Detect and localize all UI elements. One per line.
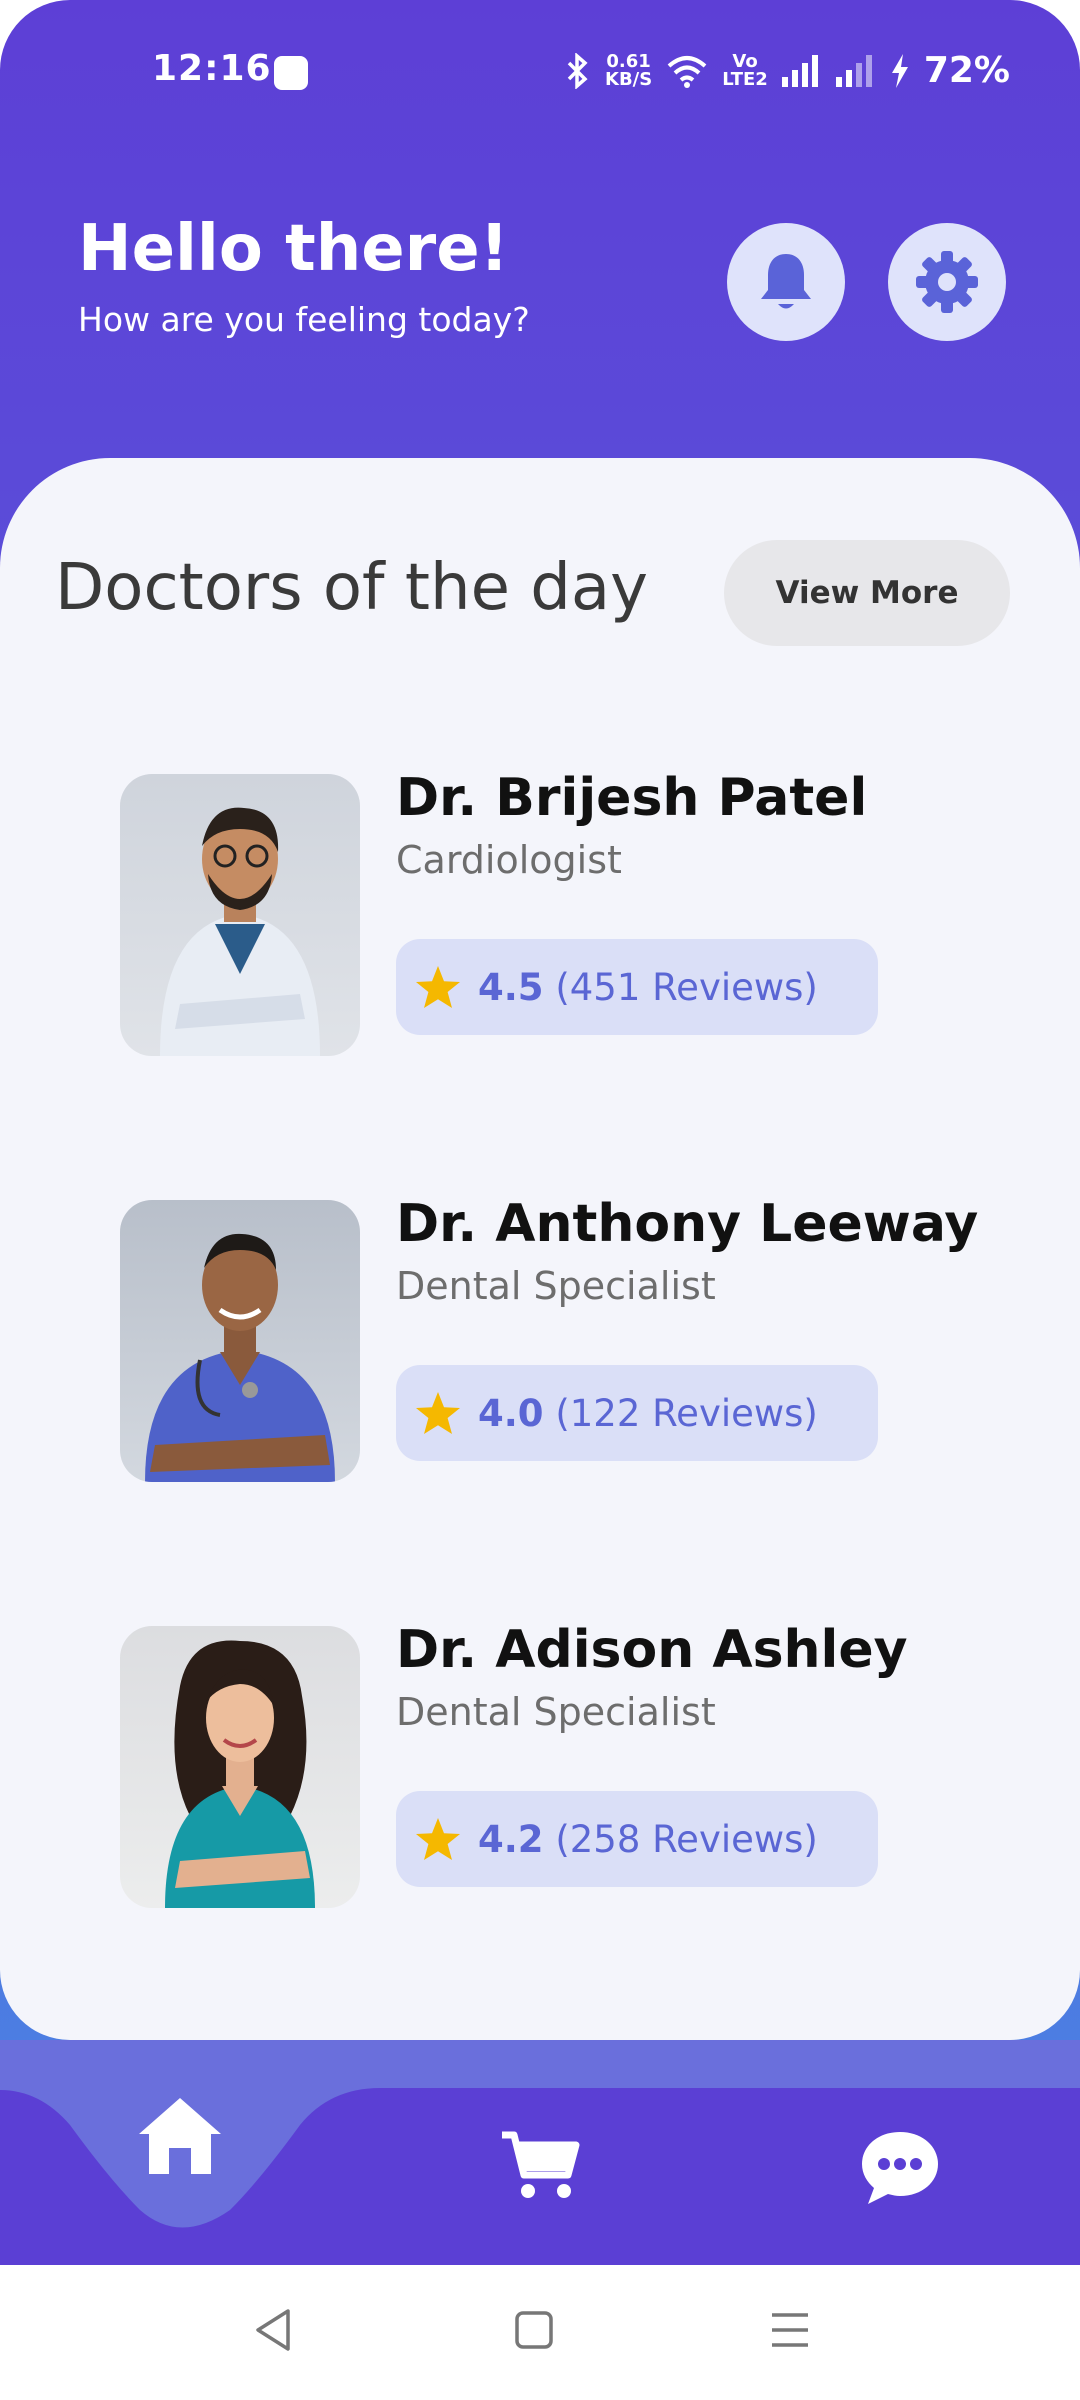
view-more-button[interactable]: View More: [724, 540, 1010, 646]
cart-icon: [502, 2131, 580, 2198]
doctor-name: Dr. Adison Ashley: [396, 1620, 908, 1680]
notifications-button[interactable]: [727, 223, 845, 341]
doctor-photo: [120, 774, 360, 1056]
nav-chat[interactable]: [855, 2125, 945, 2210]
bell-icon: [761, 254, 811, 309]
lte-label: LTE2: [722, 68, 768, 90]
notification-icon: [274, 56, 308, 90]
wifi-icon: [667, 55, 707, 88]
rating-value: 4.2: [478, 1817, 544, 1861]
gear-icon: [916, 251, 978, 313]
greeting-subtitle: How are you feeling today?: [78, 300, 530, 339]
settings-button[interactable]: [888, 223, 1006, 341]
review-count: (258 Reviews): [555, 1817, 818, 1861]
status-bar: 12:16 0.61 KB/S Vo LTE2 72%: [0, 0, 1080, 140]
star-icon: [416, 1818, 460, 1860]
doctor-name: Dr. Brijesh Patel: [396, 768, 868, 828]
chat-icon: [862, 2131, 938, 2204]
doctor-photo: [120, 1200, 360, 1482]
review-count: (122 Reviews): [555, 1391, 818, 1435]
battery-percentage: 72%: [923, 50, 1010, 91]
back-icon[interactable]: [252, 2305, 296, 2355]
volte-label: Vo: [732, 50, 758, 72]
bluetooth-icon: [567, 52, 588, 89]
section-title: Doctors of the day: [55, 551, 648, 625]
menu-key-icon[interactable]: [768, 2305, 812, 2355]
rating-value: 4.5: [478, 965, 544, 1009]
review-count: (451 Reviews): [555, 965, 818, 1009]
status-time: 12:16: [152, 48, 272, 89]
bottom-nav: [0, 2040, 1080, 2265]
home-icon: [139, 2098, 221, 2174]
net-speed-unit: KB/S: [605, 68, 653, 90]
doctor-card[interactable]: Dr. Brijesh Patel Cardiologist 4.5 (451 …: [120, 768, 1020, 1064]
greeting-title: Hello there!: [78, 212, 509, 286]
doctor-specialty: Dental Specialist: [396, 1264, 716, 1308]
star-icon: [416, 1392, 460, 1434]
rating-badge: 4.2 (258 Reviews): [396, 1791, 878, 1887]
charging-icon: [891, 53, 908, 88]
signal-icon-2: [835, 54, 872, 87]
doctor-specialty: Cardiologist: [396, 838, 622, 882]
rating-badge: 4.5 (451 Reviews): [396, 939, 878, 1035]
star-icon: [416, 966, 460, 1008]
signal-icon-1: [781, 54, 818, 87]
doctor-photo: [120, 1626, 360, 1908]
rating-value: 4.0: [478, 1391, 544, 1435]
status-icons: 0.61 KB/S Vo LTE2 72%: [565, 50, 1010, 91]
net-speed-value: 0.61: [606, 50, 651, 72]
rating-badge: 4.0 (122 Reviews): [396, 1365, 878, 1461]
net-speed: 0.61 KB/S: [605, 50, 653, 90]
doctor-name: Dr. Anthony Leeway: [396, 1194, 979, 1254]
doctor-card[interactable]: Dr. Anthony Leeway Dental Specialist 4.0…: [120, 1194, 1020, 1490]
doctor-specialty: Dental Specialist: [396, 1690, 716, 1734]
doctor-card[interactable]: Dr. Adison Ashley Dental Specialist 4.2 …: [120, 1620, 1020, 1916]
nav-home[interactable]: [130, 2090, 230, 2180]
volte-indicator: Vo LTE2: [722, 50, 768, 90]
nav-cart[interactable]: [495, 2125, 585, 2205]
app-screen: 12:16 0.61 KB/S Vo LTE2 72% Hello there!…: [0, 0, 1080, 2265]
system-nav-bar: [0, 2265, 1080, 2400]
home-key-icon[interactable]: [512, 2305, 556, 2355]
